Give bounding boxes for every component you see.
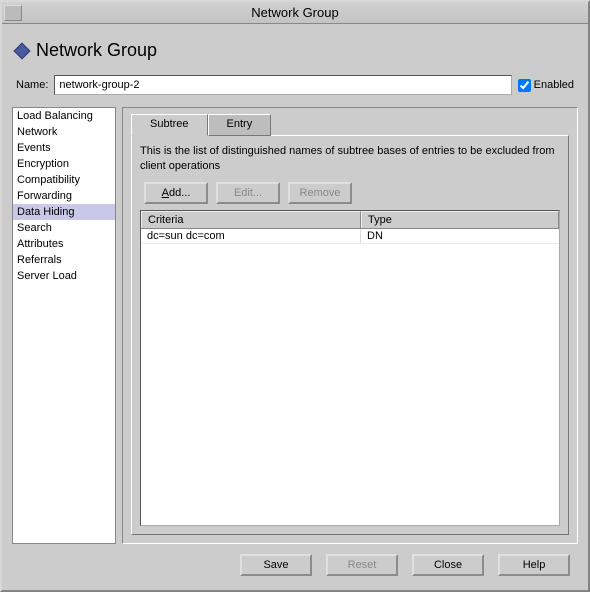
table-body: dc=sun dc=comDN: [141, 229, 559, 244]
col-type[interactable]: Type: [361, 211, 559, 228]
tab-entry[interactable]: Entry: [208, 114, 272, 136]
remove-button[interactable]: Remove: [288, 182, 352, 204]
add-button[interactable]: Add...: [144, 182, 208, 204]
nav-item-data-hiding[interactable]: Data Hiding: [13, 204, 115, 220]
nav-item-network[interactable]: Network: [13, 124, 115, 140]
nav-item-events[interactable]: Events: [13, 140, 115, 156]
main-row: Load BalancingNetworkEventsEncryptionCom…: [12, 107, 578, 544]
window: Network Group Network Group Name: Enable…: [0, 0, 590, 592]
name-row: Name: Enabled: [12, 73, 578, 107]
cell-type: DN: [361, 229, 559, 243]
enabled-checkbox-wrap: Enabled: [518, 79, 574, 92]
subtree-description: This is the list of distinguished names …: [140, 144, 560, 174]
edit-button[interactable]: Edit...: [216, 182, 280, 204]
diamond-icon: [14, 42, 31, 59]
cell-criteria: dc=sun dc=com: [141, 229, 361, 243]
close-button[interactable]: Close: [412, 554, 484, 576]
table-header: Criteria Type: [141, 211, 559, 229]
nav-item-forwarding[interactable]: Forwarding: [13, 188, 115, 204]
nav-item-load-balancing[interactable]: Load Balancing: [13, 108, 115, 124]
nav-item-compatibility[interactable]: Compatibility: [13, 172, 115, 188]
help-button[interactable]: Help: [498, 554, 570, 576]
name-label: Name:: [16, 79, 48, 91]
footer-buttons: Save Reset Close Help: [12, 544, 578, 582]
nav-item-search[interactable]: Search: [13, 220, 115, 236]
nav-item-server-load[interactable]: Server Load: [13, 268, 115, 284]
enabled-checkbox[interactable]: [518, 79, 531, 92]
nav-item-attributes[interactable]: Attributes: [13, 236, 115, 252]
tabstrip: SubtreeEntry: [131, 114, 569, 136]
tab-body-subtree: This is the list of distinguished names …: [131, 135, 569, 535]
nav-panel: Load BalancingNetworkEventsEncryptionCom…: [12, 107, 116, 544]
reset-button[interactable]: Reset: [326, 554, 398, 576]
page-title: Network Group: [36, 40, 157, 61]
save-button[interactable]: Save: [240, 554, 312, 576]
table-row[interactable]: dc=sun dc=comDN: [141, 229, 559, 244]
name-input[interactable]: [54, 75, 511, 95]
enabled-label: Enabled: [534, 79, 574, 91]
subtree-button-row: Add... Edit... Remove: [140, 182, 560, 204]
criteria-table: Criteria Type dc=sun dc=comDN: [140, 210, 560, 526]
tab-subtree[interactable]: Subtree: [131, 114, 208, 136]
nav-item-referrals[interactable]: Referrals: [13, 252, 115, 268]
titlebar: Network Group: [2, 2, 588, 24]
content-area: Network Group Name: Enabled Load Balanci…: [2, 24, 588, 590]
nav-item-encryption[interactable]: Encryption: [13, 156, 115, 172]
page-header: Network Group: [12, 32, 578, 73]
window-title: Network Group: [2, 5, 588, 20]
col-criteria[interactable]: Criteria: [141, 211, 361, 228]
detail-panel: SubtreeEntry This is the list of disting…: [122, 107, 578, 544]
